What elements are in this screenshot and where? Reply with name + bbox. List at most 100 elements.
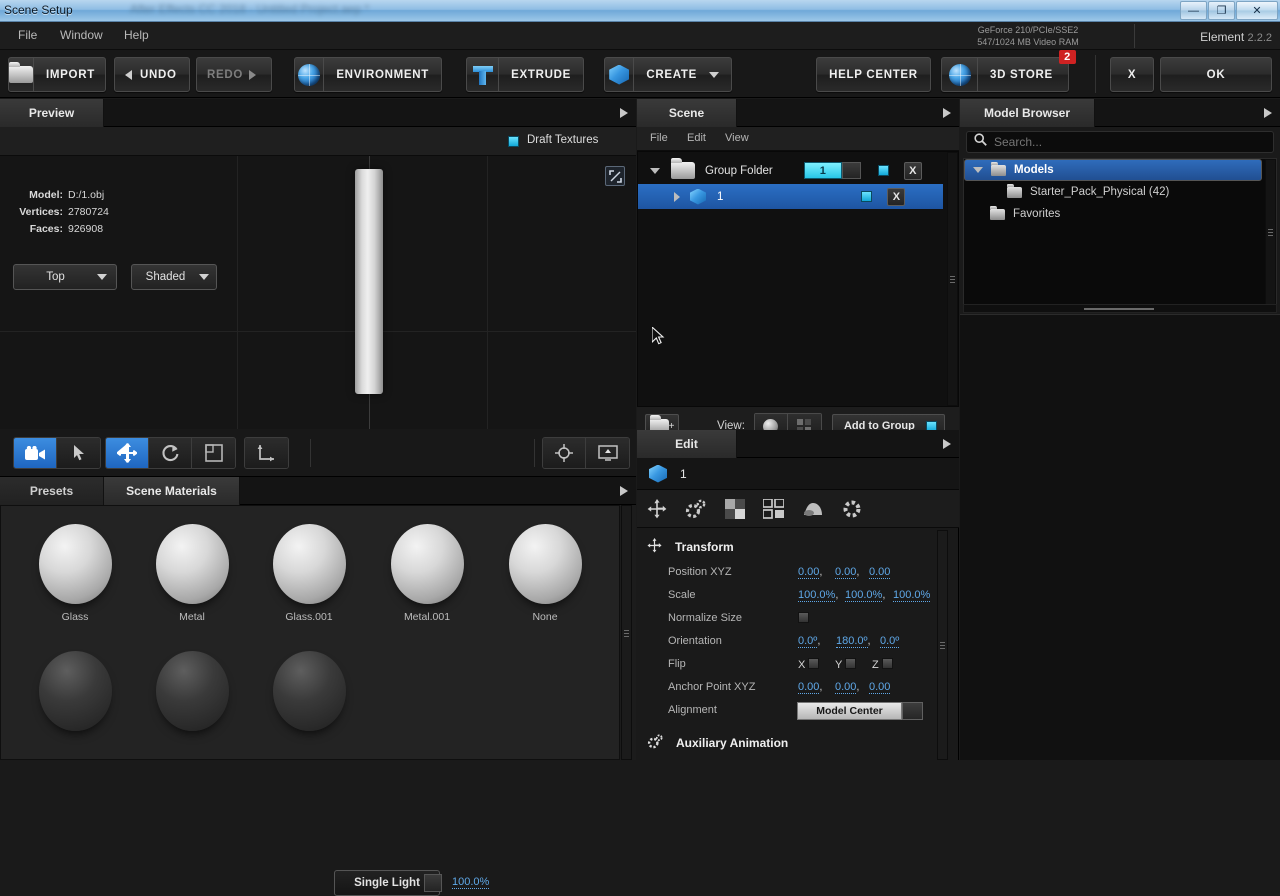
replicator-icon[interactable] xyxy=(754,494,793,524)
delete-row-button[interactable]: X xyxy=(903,161,922,180)
chevron-down-icon[interactable] xyxy=(973,167,983,173)
camera-tool-button[interactable] xyxy=(14,438,57,468)
tab-preview[interactable]: Preview xyxy=(0,99,104,127)
screen-icon[interactable] xyxy=(586,438,629,468)
model-cylinder[interactable] xyxy=(355,169,383,394)
material-item[interactable]: Glass.001 xyxy=(251,524,367,623)
search-box[interactable] xyxy=(966,131,1274,153)
light-intensity-value[interactable]: 100.0% xyxy=(452,876,490,889)
settings-gear-icon[interactable] xyxy=(832,494,871,524)
table-row[interactable]: 1 X xyxy=(638,184,943,209)
tab-scene[interactable]: Scene xyxy=(637,99,737,127)
environment-button[interactable]: ENVIRONMENT xyxy=(294,57,442,92)
materials-scrollbar[interactable] xyxy=(621,505,632,760)
material-item[interactable]: Metal.001 xyxy=(369,524,485,623)
move-tool-button[interactable] xyxy=(106,438,149,468)
material-item[interactable]: None xyxy=(487,524,603,623)
view-angle-select[interactable]: Top xyxy=(13,264,117,290)
position-y[interactable]: 0.00 xyxy=(835,566,857,579)
flip-z-checkbox[interactable] xyxy=(881,658,893,669)
edit-scrollbar[interactable] xyxy=(937,530,948,760)
menu-item-file[interactable]: File xyxy=(18,28,37,42)
help-center-button[interactable]: HELP CENTER xyxy=(816,57,931,92)
menu-item-window[interactable]: Window xyxy=(60,28,103,42)
table-row[interactable]: Group Folder 1 X xyxy=(638,158,943,183)
anchor-y[interactable]: 0.00 xyxy=(835,681,857,694)
scale-z[interactable]: 100.0% xyxy=(893,589,931,602)
minimize-button[interactable]: — xyxy=(1180,1,1207,20)
material-item[interactable] xyxy=(134,651,250,738)
redo-button[interactable]: REDO xyxy=(196,57,272,92)
tree-item-starter-pack[interactable]: Starter_Pack_Physical (42) xyxy=(964,181,1264,203)
material-item[interactable] xyxy=(251,651,367,738)
menu-item-help[interactable]: Help xyxy=(124,28,149,42)
visibility-checkbox[interactable] xyxy=(861,191,873,202)
scale-x[interactable]: 100.0% xyxy=(798,589,836,602)
tree-item-favorites[interactable]: Favorites xyxy=(964,203,1264,225)
orientation-x[interactable]: 0.0º xyxy=(798,635,818,648)
orientation-y[interactable]: 180.0º xyxy=(836,635,868,648)
select-tool-button[interactable] xyxy=(57,438,100,468)
scene-tree-scrollbar[interactable] xyxy=(947,152,958,406)
transform-section-header[interactable]: Transform xyxy=(647,534,937,559)
rotate-tool-button[interactable] xyxy=(149,438,192,468)
3d-store-button[interactable]: 3D STORE 2 xyxy=(941,50,1076,92)
local-axis-button[interactable] xyxy=(245,438,288,468)
anchor-x[interactable]: 0.00 xyxy=(798,681,820,694)
animation-gear-icon[interactable] xyxy=(676,494,715,524)
search-input[interactable] xyxy=(994,135,1273,149)
scene-menu-view[interactable]: View xyxy=(725,132,749,144)
tab-scene-materials[interactable]: Scene Materials xyxy=(104,477,240,505)
create-button[interactable]: CREATE xyxy=(604,57,732,92)
scene-menu-file[interactable]: File xyxy=(650,132,668,144)
shading-select[interactable]: Shaded xyxy=(131,264,217,290)
flip-x-checkbox[interactable] xyxy=(808,658,820,669)
close-button[interactable]: ✕ xyxy=(1236,1,1278,20)
presets-panel-expand-icon[interactable] xyxy=(620,486,628,496)
model-tree-scrollbar[interactable] xyxy=(1265,159,1276,305)
chevron-right-icon[interactable] xyxy=(674,191,680,202)
scene-tree[interactable]: Group Folder 1 X 1 X xyxy=(637,151,959,407)
chevron-down-icon[interactable] xyxy=(650,167,660,174)
material-item[interactable]: Glass xyxy=(17,524,133,623)
ambient-occlusion-icon[interactable] xyxy=(793,494,832,524)
undo-button[interactable]: UNDO xyxy=(114,57,190,92)
chevron-down-icon[interactable] xyxy=(841,162,861,179)
scene-panel-expand-icon[interactable] xyxy=(943,108,951,118)
target-icon[interactable] xyxy=(543,438,586,468)
edit-panel-expand-icon[interactable] xyxy=(943,439,951,449)
transform-icon[interactable] xyxy=(637,494,676,524)
visibility-checkbox[interactable] xyxy=(877,165,889,176)
aux-animation-section-header[interactable]: Auxiliary Animation xyxy=(647,730,937,755)
chevron-down-icon[interactable] xyxy=(424,874,442,892)
delete-row-button[interactable]: X xyxy=(887,187,906,206)
draft-textures-checkbox[interactable] xyxy=(508,136,519,147)
model-tree[interactable]: Models Starter_Pack_Physical (42) Favori… xyxy=(963,158,1277,306)
extrude-button[interactable]: EXTRUDE xyxy=(466,57,584,92)
chevron-down-icon[interactable] xyxy=(902,702,923,720)
maximize-button[interactable]: ❐ xyxy=(1208,1,1235,20)
tree-item-models[interactable]: Models xyxy=(964,159,1262,181)
normalize-size-checkbox[interactable] xyxy=(798,612,809,623)
scale-tool-button[interactable] xyxy=(192,438,235,468)
cancel-button[interactable]: X xyxy=(1110,57,1154,92)
fullscreen-icon[interactable] xyxy=(605,166,625,186)
import-button[interactable]: IMPORT xyxy=(8,57,106,92)
scale-y[interactable]: 100.0% xyxy=(845,589,883,602)
tab-presets[interactable]: Presets xyxy=(0,477,104,505)
group-count-field[interactable]: 1 xyxy=(803,162,842,179)
tab-edit[interactable]: Edit xyxy=(637,430,737,458)
ok-button[interactable]: OK xyxy=(1160,57,1272,92)
browser-panel-expand-icon[interactable] xyxy=(1264,108,1272,118)
model-tree-hscrollbar[interactable] xyxy=(963,304,1277,313)
material-item[interactable]: Metal xyxy=(134,524,250,623)
scene-menu-edit[interactable]: Edit xyxy=(687,132,706,144)
tab-model-browser[interactable]: Model Browser xyxy=(960,99,1095,127)
position-z[interactable]: 0.00 xyxy=(869,566,891,579)
anchor-z[interactable]: 0.00 xyxy=(869,681,891,694)
flip-y-checkbox[interactable] xyxy=(845,658,857,669)
material-item[interactable] xyxy=(17,651,133,738)
materials-icon[interactable] xyxy=(715,494,754,524)
preview-panel-expand-icon[interactable] xyxy=(620,108,628,118)
position-x[interactable]: 0.00 xyxy=(798,566,820,579)
